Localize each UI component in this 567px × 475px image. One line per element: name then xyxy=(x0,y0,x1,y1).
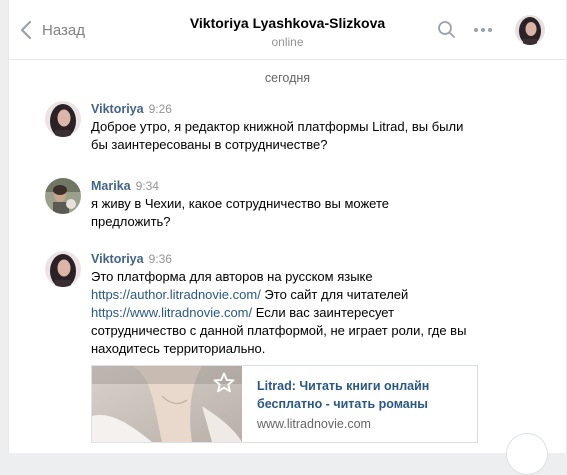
day-separator: сегодня xyxy=(264,71,311,85)
link-preview-card[interactable]: Litrad: Читать книги онлайн бесплатно - … xyxy=(91,365,478,443)
avatar[interactable] xyxy=(45,101,81,137)
chat-window: Назад Viktoriya Lyashkova-Slizkova onlin… xyxy=(8,0,567,475)
message-line: https://author.litradnovie.com/ Это сайт… xyxy=(91,286,511,304)
message-line: находитесь территориально. xyxy=(91,341,266,356)
message-fragment: Это сайт для читателей xyxy=(260,287,409,302)
message-line: я живу в Чехии, какое сотрудничество вы … xyxy=(91,196,390,211)
link-preview-domain: www.litradnovie.com xyxy=(257,417,371,431)
message-body: Viktoriya 9:36 Это платформа для авторов … xyxy=(91,251,511,358)
author-name[interactable]: Marika xyxy=(91,179,131,193)
message-line: бы заинтересованы в сотрудничестве? xyxy=(91,137,328,152)
link-preview-title-line: Litrad: Читать книги онлайн xyxy=(257,379,430,393)
message-time[interactable]: 9:34 xyxy=(136,179,159,193)
message-line: https://www.litradnovie.com/ Если вас за… xyxy=(91,304,511,322)
link-preview-title-line: бесплатно - читать романы xyxy=(257,397,428,411)
more-icon[interactable] xyxy=(473,27,493,33)
message-fragment: Если вас заинтересует xyxy=(252,305,395,320)
author-site-link[interactable]: https://author.litradnovie.com/ xyxy=(91,287,261,302)
scroll-down-button[interactable] xyxy=(506,433,548,475)
avatar[interactable] xyxy=(45,178,81,214)
message-text: я живу в Чехии, какое сотрудничество вы … xyxy=(91,195,511,231)
author-name[interactable]: Viktoriya xyxy=(91,252,144,266)
message-body: Marika 9:34 я живу в Чехии, какое сотрудн… xyxy=(91,178,511,231)
message-line: сотрудничество с данной платформой, не и… xyxy=(91,323,467,338)
message-line: предложить? xyxy=(91,214,171,229)
peer-avatar[interactable] xyxy=(515,15,545,45)
message-body: Viktoriya 9:26 Доброе утро, я редактор кн… xyxy=(91,101,511,154)
avatar[interactable] xyxy=(45,251,81,287)
message-time[interactable]: 9:26 xyxy=(149,102,172,116)
message-line: Доброе утро, я редактор книжной платформ… xyxy=(91,119,464,134)
link-preview-title[interactable]: Litrad: Читать книги онлайн бесплатно - … xyxy=(257,377,467,413)
message-text: Это платформа для авторов на русском язы… xyxy=(91,268,511,358)
reader-site-link[interactable]: https://www.litradnovie.com/ xyxy=(91,305,252,320)
peer-status: online xyxy=(271,35,304,49)
message-text: Доброе утро, я редактор книжной платформ… xyxy=(91,118,511,154)
chat-header: Назад Viktoriya Lyashkova-Slizkova onlin… xyxy=(9,0,566,60)
message-time[interactable]: 9:36 xyxy=(149,252,172,266)
author-name[interactable]: Viktoriya xyxy=(91,102,144,116)
star-icon[interactable] xyxy=(212,371,236,395)
message-line: Это платформа для авторов на русском язы… xyxy=(91,269,373,284)
search-icon[interactable] xyxy=(437,20,457,40)
